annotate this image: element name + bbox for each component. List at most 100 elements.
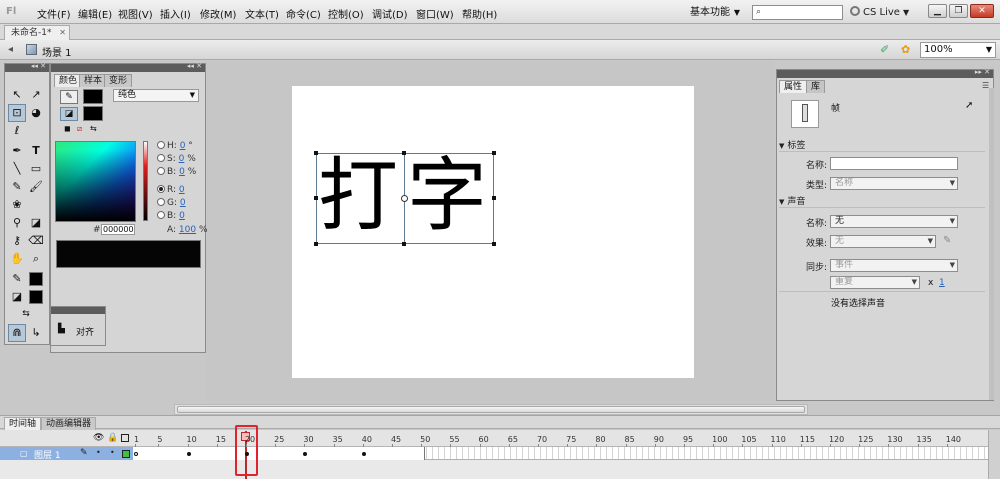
subselection-tool-icon[interactable]: ↗ [27,86,45,104]
stroke-color-swatch[interactable] [29,272,43,286]
scene-label[interactable]: 场景 1 [42,44,72,59]
hand-tool-icon[interactable]: ✋ [8,250,26,268]
transform-handle[interactable] [402,242,406,246]
repeat-count[interactable]: 1 [939,278,945,288]
frame-name-input[interactable] [830,157,958,170]
menu-commands[interactable]: 命令(C) [286,6,321,21]
brightness-slider[interactable] [143,141,148,221]
transform-handle[interactable] [314,242,318,246]
stroke-pencil-icon[interactable]: ✎ [60,90,78,104]
outline-icon[interactable] [121,434,129,442]
eraser-tool-icon[interactable]: ⌫ [27,232,45,250]
keyframe[interactable] [186,452,191,456]
panel-header[interactable] [51,307,105,314]
line-tool-icon[interactable]: ╲ [8,160,26,178]
fill-type-select[interactable]: 纯色 ▼ [113,89,199,102]
panel-header[interactable]: ◂◂ ✕ [51,62,205,72]
smooth-icon[interactable]: ↳ [27,324,45,342]
layer-row[interactable]: ▢ ✎ • • [0,447,133,460]
search-input[interactable]: ⌕ [752,5,843,20]
keyframe[interactable] [361,452,366,456]
hue-radio[interactable] [157,141,165,149]
zoom-select[interactable]: 100% ▼ [920,42,996,58]
repeat-select[interactable]: 重复 ▼ [830,276,920,289]
red-radio[interactable] [157,185,165,193]
red-field[interactable]: R: 0 [157,185,185,195]
tab-swatches[interactable]: 样本 [79,74,108,87]
type-select[interactable]: 名称 ▼ [830,177,958,190]
tab-motion-editor[interactable]: 动画编辑器 [41,417,97,430]
zoom-tool-icon[interactable]: ⌕ [27,250,45,268]
keyframe[interactable] [134,452,138,456]
minimize-button[interactable]: ▁ [928,4,947,18]
layer-name[interactable]: 图层 1 [34,448,61,461]
collapse-icon[interactable]: ◂◂ ✕ [31,62,46,70]
bone-tool-icon[interactable]: ⚲ [8,214,26,232]
green-field[interactable]: G: 0 [157,198,186,208]
tab-properties[interactable]: 属性 [779,80,808,93]
text-char-2[interactable]: 字 [407,156,487,236]
pencil-icon[interactable]: ✎ [80,448,88,458]
visibility-dot[interactable]: • [96,448,101,457]
deco-tool-icon[interactable]: ❀ [8,196,26,214]
align-panel-label[interactable]: 对齐 [76,325,94,338]
3d-rotation-tool-icon[interactable]: ◕ [27,104,45,122]
rectangle-tool-icon[interactable]: ▭ [27,160,45,178]
selection-tool-icon[interactable]: ↖ [8,86,26,104]
fill-bucket-icon[interactable]: ◪ [60,107,78,121]
lock-icon[interactable]: 🔒 [107,433,118,443]
collapse-icon[interactable]: ◂◂ ✕ [187,62,202,70]
sound-name-select[interactable]: 无 ▼ [830,215,958,228]
menu-debug[interactable]: 调试(D) [372,6,408,21]
scrollbar-thumb[interactable] [177,406,805,413]
effect-select[interactable]: 无 ▼ [830,235,936,248]
menu-text[interactable]: 文本(T) [245,6,279,21]
menu-edit[interactable]: 编辑(E) [78,6,112,21]
text-char-1[interactable]: 打 [318,156,398,236]
close-icon[interactable]: ✕ [59,26,66,40]
keyframe[interactable] [244,452,249,456]
section-sound[interactable]: ▼ 声音 [779,196,985,208]
lasso-tool-icon[interactable]: ℓ [8,122,26,140]
edit-scene-icon[interactable]: ✐ [880,43,894,57]
sync-select[interactable]: 事件 ▼ [830,259,958,272]
close-button[interactable]: ✕ [970,4,994,18]
paint-bucket-tool-icon[interactable]: ◪ [27,214,45,232]
transform-handle[interactable] [314,196,318,200]
black-white-icon[interactable]: ◼ [64,124,71,133]
cs-live-button[interactable]: CS Live ▼ [850,6,909,18]
swap-colors-icon[interactable]: ⇆ [17,305,35,323]
back-arrow-icon[interactable]: ◂ [8,44,13,55]
transform-handle[interactable] [314,151,318,155]
tab-color[interactable]: 颜色 [54,74,83,87]
timeline-scrollbar[interactable] [988,430,1000,479]
transform-handle[interactable] [492,196,496,200]
help-icon[interactable]: ➚ [965,100,973,111]
pencil-tool-icon[interactable]: ✎ [8,178,26,196]
layer-outline-color[interactable] [122,450,130,458]
restore-button[interactable]: ❐ [949,4,968,18]
panel-header[interactable]: ◂◂ ✕ [5,62,49,72]
align-icon[interactable]: ▙ [58,324,65,334]
transform-handle[interactable] [402,151,406,155]
alpha-field[interactable]: A: 100 % [167,225,208,235]
text-tool-icon[interactable]: T [27,142,45,160]
fill-color-swatch[interactable] [29,290,43,304]
edit-pencil-icon[interactable]: ✎ [943,235,951,246]
menu-view[interactable]: 视图(V) [118,6,153,21]
stage[interactable]: 打 字 [292,86,694,378]
registration-point[interactable] [401,195,408,202]
transform-handle[interactable] [492,242,496,246]
document-tab[interactable]: 未命名-1* ✕ [4,25,70,40]
blue-field[interactable]: B: 0 [157,211,185,221]
color-spectrum[interactable] [55,141,136,222]
properties-scrollbar[interactable] [989,88,994,400]
stroke-color-icon[interactable]: ✎ [8,270,26,288]
swap-colors-icon[interactable]: ⇆ [90,124,97,133]
transform-handle[interactable] [492,151,496,155]
menu-file[interactable]: 文件(F) [37,6,71,21]
brightness-field[interactable]: B: 0 % [157,167,196,177]
menu-window[interactable]: 窗口(W) [416,6,454,21]
menu-modify[interactable]: 修改(M) [200,6,236,21]
eye-icon[interactable]: 👁 [93,433,104,443]
